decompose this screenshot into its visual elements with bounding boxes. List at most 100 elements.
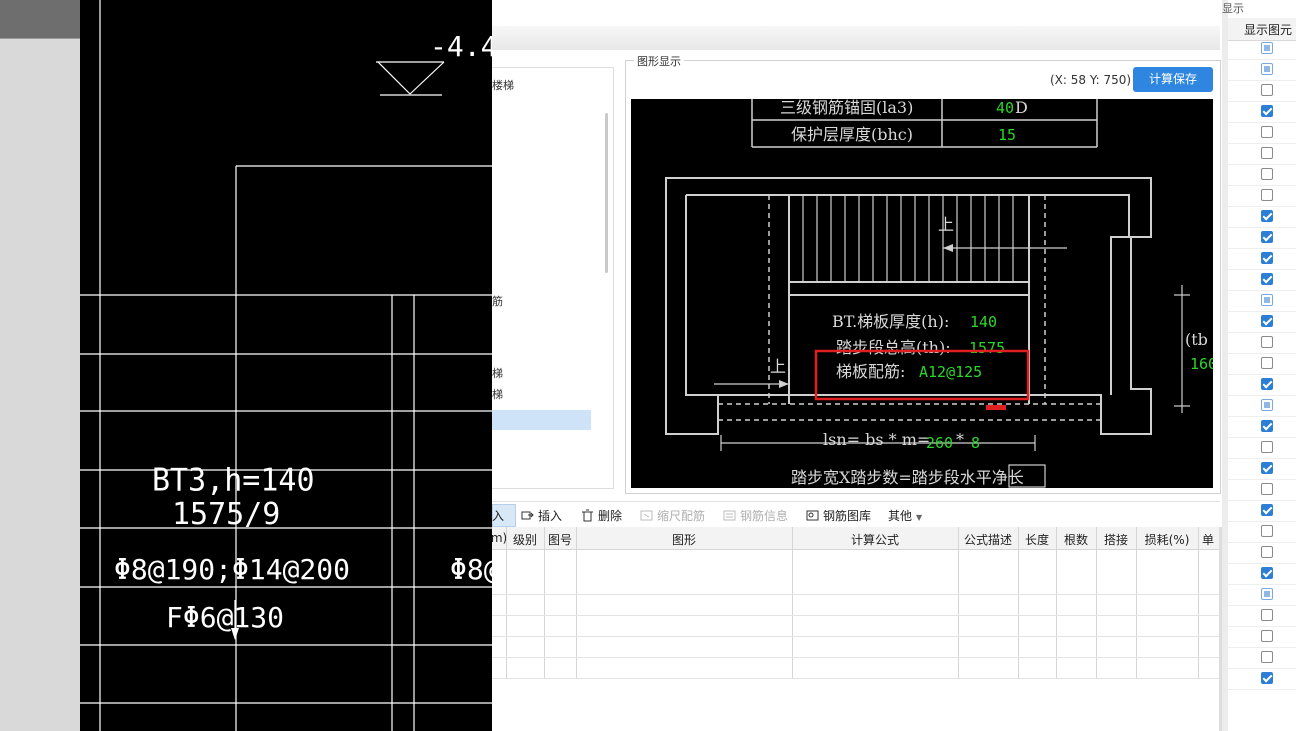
rebar-library-button[interactable]: 钢筋图库 [806, 507, 871, 524]
display-element-checkbox[interactable] [1261, 315, 1273, 327]
display-element-checkbox[interactable] [1261, 168, 1273, 180]
display-element-checkbox[interactable] [1261, 378, 1273, 390]
col-header[interactable]: 图号 [544, 531, 576, 548]
up-label: 上 [938, 215, 954, 234]
chevron-down-icon: ▼ [916, 513, 923, 522]
diagram-line [665, 177, 1152, 435]
display-element-checkbox[interactable] [1261, 252, 1273, 264]
grid-row-line [492, 657, 1220, 658]
insert-row-button[interactable]: 入 [492, 507, 504, 524]
display-element-checkbox[interactable] [1261, 546, 1273, 558]
display-element-checkbox[interactable] [1261, 483, 1273, 495]
insert-label: 插入 [538, 509, 563, 523]
tree-item[interactable]: 筋 [492, 293, 503, 309]
dialog-bottom-area [492, 679, 1220, 731]
col-header[interactable]: 搭接 [1096, 531, 1136, 548]
display-element-checkbox[interactable] [1261, 357, 1273, 369]
grid-row-line [492, 594, 1220, 595]
cad-line [377, 61, 411, 95]
rebar-toolbar: 入 插入 删除 缩尺配筋 钢筋信息 钢筋图库 其他 ▼ [492, 501, 1220, 529]
display-element-checkbox[interactable] [1261, 588, 1273, 600]
col-header[interactable]: 单 [1198, 531, 1218, 548]
insert-button[interactable]: 插入 [521, 507, 562, 524]
info-icon [723, 510, 736, 521]
other-menu-button[interactable]: 其他 ▼ [888, 507, 922, 524]
display-element-checkbox[interactable] [1261, 294, 1273, 306]
cad-drawing-svg: -4.40 BT3,h=140 1575/9 Φ8@190;Φ14@200 FΦ… [80, 0, 492, 731]
col-header[interactable]: 公式描述 [958, 531, 1018, 548]
display-element-checkbox[interactable] [1261, 567, 1273, 579]
grid-row-line [492, 636, 1220, 637]
tree-item[interactable]: 楼梯 [492, 77, 514, 93]
other-label: 其他 [888, 509, 913, 523]
cad-label-bt: BT3,h=140 [152, 462, 315, 499]
display-element-checkbox[interactable] [1261, 84, 1273, 96]
stair-diagram-svg: 三级钢筋锚固(la3) 保护层厚度(bhc) D 上 上 BT.梯板厚度(h):… [665, 99, 1213, 488]
col-header[interactable]: 级别 [506, 531, 544, 548]
lsn-value: 8 [971, 434, 980, 452]
col-header[interactable]: 计算公式 [792, 531, 958, 548]
display-element-checkbox[interactable] [1261, 63, 1273, 75]
display-element-checkbox[interactable] [1261, 630, 1273, 642]
cad-line [409, 61, 445, 95]
display-element-checkbox[interactable] [1261, 273, 1273, 285]
display-element-header: 显示图元 [1244, 23, 1293, 37]
display-element-checkbox[interactable] [1261, 609, 1273, 621]
display-element-checkbox[interactable] [1261, 336, 1273, 348]
graph-display-title: 图形显示 [634, 53, 684, 69]
insert-icon [521, 511, 534, 520]
up-arrow-icon [943, 244, 953, 252]
display-element-checkbox[interactable] [1261, 651, 1273, 663]
cad-drawing-panel[interactable]: -4.40 BT3,h=140 1575/9 Φ8@190;Φ14@200 FΦ… [80, 0, 492, 731]
scale-rebar-button[interactable]: 缩尺配筋 [640, 507, 705, 524]
cad-label-rebar2: FΦ6@130 [166, 601, 284, 634]
cad-elevation: -4.40 [430, 30, 492, 63]
tree-scrollbar[interactable] [605, 113, 608, 273]
stair-rebar-diagram[interactable]: 三级钢筋锚固(la3) 保护层厚度(bhc) D 上 上 BT.梯板厚度(h):… [631, 99, 1213, 488]
display-element-checkbox[interactable] [1261, 147, 1273, 159]
display-element-checkbox[interactable] [1261, 126, 1273, 138]
background-strip [0, 0, 80, 731]
delete-label: 删除 [598, 509, 623, 523]
rebar-label: 梯板配筋: [836, 362, 905, 381]
col-header[interactable]: 根数 [1056, 531, 1096, 548]
tree-item[interactable]: 梯 [492, 386, 503, 402]
cad-label-ratio: 1575/9 [172, 497, 280, 532]
display-element-checkbox[interactable] [1261, 441, 1273, 453]
grid-header: m) 级别 图号 图形 计算公式 公式描述 长度 根数 搭接 损耗(%) 单 [491, 527, 1220, 550]
display-element-checkbox[interactable] [1261, 231, 1273, 243]
scale-icon [640, 510, 653, 521]
rebar-info-button[interactable]: 钢筋信息 [723, 507, 788, 524]
display-element-checkbox[interactable] [1261, 525, 1273, 537]
cursor-coordinates: (X: 58 Y: 750) [1050, 73, 1132, 87]
component-tree[interactable]: 楼梯 筋 梯 梯 [492, 67, 614, 489]
table-label: 保护层厚度(bhc) [791, 125, 913, 144]
display-element-checkbox[interactable] [1261, 399, 1273, 411]
lsn-label: lsn= bs * m= [823, 430, 930, 449]
display-element-checkbox[interactable] [1261, 504, 1273, 516]
right-label: (tb [1185, 330, 1208, 349]
table-value: 15 [998, 126, 1016, 144]
display-element-checkbox[interactable] [1261, 462, 1273, 474]
tree-item[interactable]: 梯 [492, 365, 503, 381]
display-element-checkbox[interactable] [1261, 105, 1273, 117]
table-unit: D [1015, 99, 1028, 117]
tree-selected-row[interactable] [492, 410, 591, 430]
up-label: 上 [770, 357, 786, 376]
col-header[interactable]: 图形 [576, 531, 792, 548]
delete-button[interactable]: 删除 [581, 507, 622, 524]
rebar-library-label: 钢筋图库 [823, 509, 872, 523]
display-element-checkbox[interactable] [1261, 420, 1273, 432]
display-element-checkbox[interactable] [1261, 42, 1273, 54]
display-element-checkbox[interactable] [1261, 672, 1273, 684]
calculate-save-button[interactable]: 计算保存 [1133, 67, 1213, 92]
display-element-checkbox[interactable] [1261, 189, 1273, 201]
panel-top-label: 显示 [1222, 2, 1244, 15]
display-element-checkbox[interactable] [1261, 210, 1273, 222]
lsn-value: 260 [926, 434, 953, 452]
diagram-line [685, 195, 718, 396]
rebar-info-label: 钢筋信息 [740, 509, 789, 523]
cad-label-rebar1: Φ8@190;Φ14@200 [114, 553, 350, 586]
col-header[interactable]: 长度 [1018, 531, 1056, 548]
col-header[interactable]: 损耗(%) [1136, 531, 1198, 548]
